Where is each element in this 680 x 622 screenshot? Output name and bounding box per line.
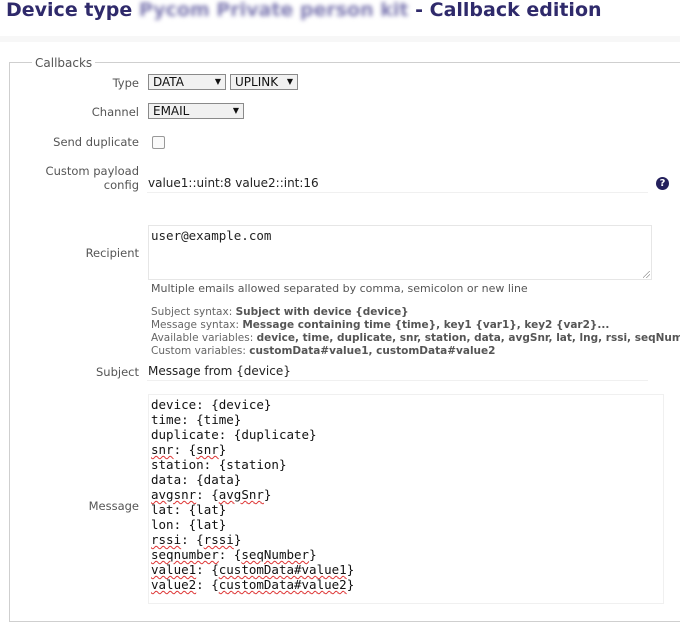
message-line: data: {data} bbox=[151, 472, 661, 487]
send-duplicate-checkbox[interactable] bbox=[152, 136, 165, 149]
message-line: station: {station} bbox=[151, 457, 661, 472]
send-duplicate-label: Send duplicate bbox=[53, 135, 139, 149]
message-line-part: {lat} bbox=[188, 517, 227, 532]
chevron-down-icon: ▼ bbox=[214, 77, 221, 86]
chevron-down-icon: ▼ bbox=[286, 77, 293, 86]
message-line-part: {customData#value1} bbox=[211, 562, 355, 577]
custom-payload-label-line2: config bbox=[103, 178, 139, 192]
message-line-part: value1 bbox=[151, 562, 197, 577]
message-line-part: time: bbox=[151, 412, 197, 427]
message-line-part: lon: bbox=[151, 517, 189, 532]
message-line-part: {customData#value2} bbox=[211, 577, 355, 592]
message-line-part: {data} bbox=[196, 472, 242, 487]
recipient-textarea[interactable]: user@example.com bbox=[148, 225, 652, 280]
chevron-down-icon: ▼ bbox=[232, 106, 239, 115]
page-title: Device type Pycom Private person kit - C… bbox=[0, 0, 680, 36]
type-direction-select[interactable]: UPLINK ▼ bbox=[230, 74, 298, 90]
custom-variables-label: Custom variables: bbox=[151, 345, 246, 357]
message-syntax-label: Message syntax: bbox=[151, 319, 239, 331]
device-name-redacted: Pycom Private person kit bbox=[138, 0, 409, 21]
recipient-label: Recipient bbox=[85, 246, 139, 260]
message-line: device: {device} bbox=[151, 397, 661, 412]
message-line-part: {avgSnr} bbox=[211, 487, 272, 502]
channel-select[interactable]: EMAIL ▼ bbox=[148, 103, 244, 119]
title-prefix: Device type bbox=[6, 0, 133, 21]
message-line-part: {station} bbox=[218, 457, 287, 472]
recipient-value: user@example.com bbox=[151, 228, 272, 243]
message-line: rssi: {rssi} bbox=[151, 532, 661, 547]
question-circle-icon[interactable]: ? bbox=[656, 177, 669, 190]
available-variables-label: Available variables: bbox=[151, 332, 254, 344]
available-variables-value: device, time, duplicate, snr, station, d… bbox=[256, 332, 680, 344]
message-line-part: snr bbox=[151, 442, 174, 457]
subject-syntax-value: Subject with device {device} bbox=[235, 306, 409, 318]
message-line-part: lat: bbox=[151, 502, 189, 517]
recipient-hint: Multiple emails allowed separated by com… bbox=[151, 282, 528, 295]
message-line: avgsnr: {avgSnr} bbox=[151, 487, 661, 502]
message-line: time: {time} bbox=[151, 412, 661, 427]
message-line-part: {lat} bbox=[188, 502, 227, 517]
message-line-part: {device} bbox=[211, 397, 272, 412]
message-syntax-value: Message containing time {time}, key1 {va… bbox=[242, 319, 610, 331]
custom-variables-help: Custom variables: customData#value1, cus… bbox=[151, 345, 495, 357]
message-line-part: : bbox=[196, 562, 212, 577]
message-line-part: device: bbox=[151, 397, 212, 412]
subject-syntax-label: Subject syntax: bbox=[151, 306, 233, 318]
message-line-part: : bbox=[196, 487, 212, 502]
message-line-part: data: bbox=[151, 472, 197, 487]
header-divider bbox=[0, 36, 680, 42]
message-line-part: avgsnr bbox=[151, 487, 197, 502]
channel-label: Channel bbox=[91, 105, 139, 119]
custom-payload-label-line1: Custom payload bbox=[45, 164, 139, 178]
message-line-part: duplicate: bbox=[151, 427, 234, 442]
message-line-part: {time} bbox=[196, 412, 242, 427]
message-line: snr: {snr} bbox=[151, 442, 661, 457]
message-line: lat: {lat} bbox=[151, 502, 661, 517]
type-label: Type bbox=[112, 76, 139, 90]
message-line-part: : bbox=[181, 532, 197, 547]
subject-input[interactable]: Message from {device} bbox=[147, 363, 648, 381]
available-variables-help: Available variables: device, time, dupli… bbox=[151, 332, 680, 344]
resize-handle-icon[interactable] bbox=[643, 271, 650, 278]
type-kind-value: DATA bbox=[153, 75, 184, 89]
message-line-part: {snr} bbox=[188, 442, 227, 457]
message-line-part: {duplicate} bbox=[233, 427, 317, 442]
message-line-part: : bbox=[173, 442, 189, 457]
message-line-part: rssi bbox=[151, 532, 182, 547]
message-line-part: {seqNumber} bbox=[233, 547, 317, 562]
message-textarea[interactable]: device: {device} time: {time} duplicate: {… bbox=[148, 394, 664, 604]
callbacks-legend: Callbacks bbox=[32, 56, 96, 70]
message-line-part: value2 bbox=[151, 577, 197, 592]
message-line: duplicate: {duplicate} bbox=[151, 427, 661, 442]
message-line-part: seqnumber bbox=[151, 547, 219, 562]
title-suffix: - Callback edition bbox=[415, 0, 602, 21]
message-lines: device: {device} time: {time} duplicate: {… bbox=[151, 397, 661, 592]
custom-variables-value: customData#value1, customData#value2 bbox=[249, 345, 496, 357]
message-line: value1: {customData#value1} bbox=[151, 562, 661, 577]
message-line: value2: {customData#value2} bbox=[151, 577, 661, 592]
type-direction-value: UPLINK bbox=[235, 75, 279, 89]
message-label: Message bbox=[88, 499, 139, 513]
message-line-part: station: bbox=[151, 457, 219, 472]
message-syntax-help: Message syntax: Message containing time … bbox=[151, 319, 609, 331]
subject-label: Subject bbox=[96, 365, 139, 379]
subject-syntax-help: Subject syntax: Subject with device {dev… bbox=[151, 306, 409, 318]
message-line-part: {rssi} bbox=[196, 532, 242, 547]
channel-value: EMAIL bbox=[153, 104, 190, 118]
message-line-part: : bbox=[196, 577, 212, 592]
type-kind-select[interactable]: DATA ▼ bbox=[148, 74, 226, 90]
message-line: seqnumber: {seqNumber} bbox=[151, 547, 661, 562]
message-line-part: : bbox=[218, 547, 234, 562]
custom-payload-input[interactable]: value1::uint:8 value2::int:16 bbox=[147, 175, 648, 193]
message-line: lon: {lat} bbox=[151, 517, 661, 532]
